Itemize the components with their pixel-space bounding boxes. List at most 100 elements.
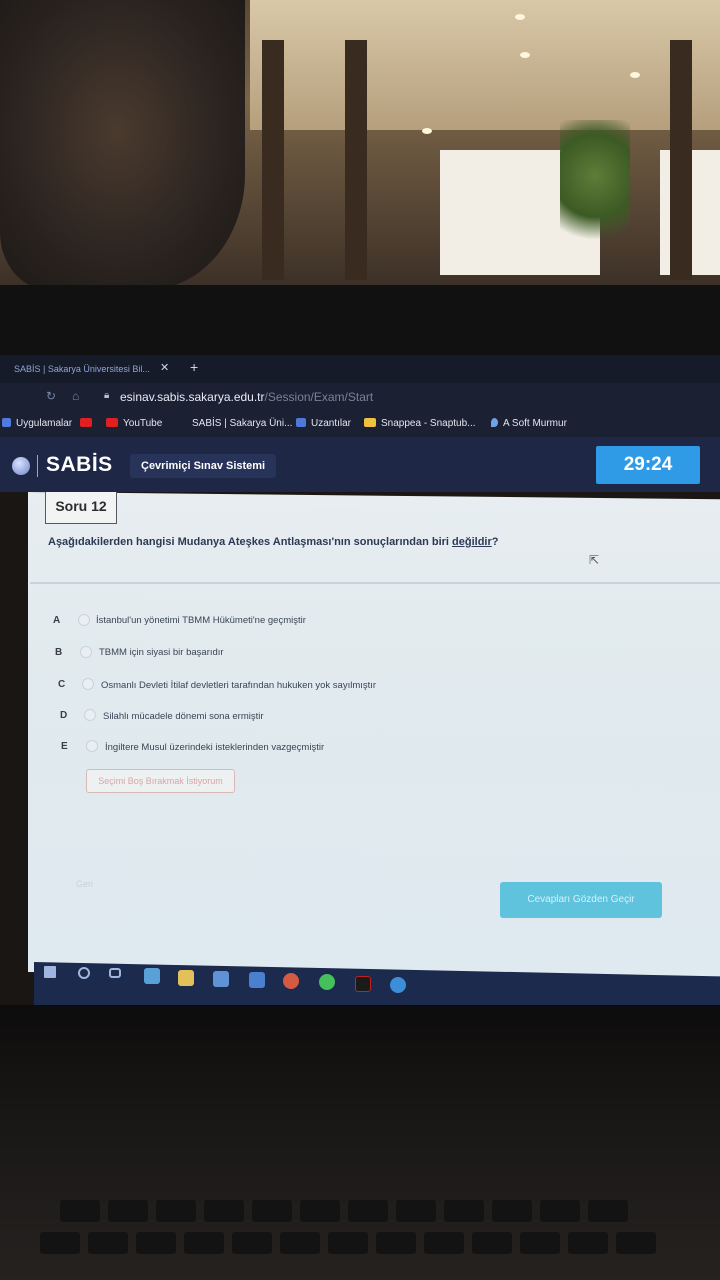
bookmark-label: YouTube [123,418,163,429]
mouse-cursor-icon: ⇱ [589,553,600,567]
option-b-radio[interactable] [80,646,92,658]
task-view-icon[interactable] [109,968,121,978]
close-tab-icon[interactable]: ✕ [160,361,169,374]
back-button[interactable]: Geri [76,879,93,889]
keyboard-key [60,1200,100,1222]
option-c-radio[interactable] [82,678,94,690]
bookmark-extensions[interactable]: Uzantılar [296,418,351,429]
keyboard-key [472,1232,512,1254]
ceiling-light [422,128,432,134]
youtube-icon [80,418,97,429]
keyboard-key [616,1232,656,1254]
keyboard-key [280,1232,320,1254]
bookmark-youtube[interactable]: YouTube [106,418,162,429]
keyboard-key [40,1232,80,1254]
option-b-text[interactable]: TBMM için siyasi bir başarıdır [99,647,224,663]
keyboard-key [88,1232,128,1254]
store-icon[interactable] [144,968,160,984]
keyboard-key [184,1232,224,1254]
keyboard-key [328,1232,368,1254]
bookmarks-bar: Uygulamalar YouTube SABİS | Sakarya Üni.… [0,411,720,437]
keyboard-key [424,1232,464,1254]
home-icon[interactable]: ⌂ [72,389,79,403]
keyboard-key [396,1200,436,1222]
question-mark: ? [491,536,499,548]
question-text-main: Aşağıdakilerden hangisi Mudanya Ateşkes … [48,536,453,548]
youtube-icon [106,418,118,427]
keyboard-key [492,1200,532,1222]
browser-tab[interactable]: SABİS | Sakarya Üniversitesi Bil... [8,357,178,381]
apps-grid-icon [2,418,11,427]
globe-icon [12,457,30,475]
pillar [345,40,367,280]
option-letter: D [60,710,68,721]
keyboard-key [376,1232,416,1254]
question-number: Soru 12 [45,492,117,524]
whatsapp-icon[interactable] [319,974,335,990]
url-field[interactable]: esinav.sabis.sakarya.edu.tr/Session/Exam… [120,390,373,404]
option-d-text[interactable]: Silahlı mücadele dönemi sona ermiştir [103,711,264,727]
exam-timer: 29:24 [596,446,700,484]
edge-icon[interactable] [390,977,406,993]
option-a-text[interactable]: İstanbul'un yönetimi TBMM Hükümeti'ne ge… [96,615,306,631]
pillar [670,40,692,280]
option-a-radio[interactable] [78,614,90,626]
keyboard-key [588,1200,628,1222]
background-room-photo [0,0,720,290]
browser-tabbar: SABİS | Sakarya Üniversitesi Bil... ✕ + [0,355,720,383]
url-path: /Session/Exam/Start [264,390,374,404]
bookmark-sabis[interactable]: SABİS | Sakarya Üni... [192,418,292,429]
ceiling-light [515,14,525,20]
option-e-text[interactable]: İngiltere Musul üzerindeki isteklerinden… [105,742,324,758]
netflix-icon[interactable] [355,976,371,992]
review-answers-button[interactable]: Cevapları Gözden Geçir [500,882,662,918]
keyboard-key [520,1232,560,1254]
question-negation: değildir [452,536,492,548]
search-icon[interactable] [78,967,90,979]
keyboard-key [108,1200,148,1222]
snappea-icon [364,418,376,427]
ceiling-light [630,72,640,78]
youtube-logo-icon [80,418,92,427]
option-letter: E [61,741,68,752]
ceiling [250,0,720,130]
keyboard-key [540,1200,580,1222]
bookmark-label: Uzantılar [311,418,352,429]
keyboard-key [252,1200,292,1222]
keyboard-key [204,1200,244,1222]
app-icon[interactable] [249,972,265,988]
file-explorer-icon[interactable] [178,970,194,986]
leave-blank-button[interactable]: Seçimi Boş Bırakmak İstiyorum [86,769,235,793]
windows-start-icon[interactable] [44,966,56,978]
keyboard-key [136,1232,176,1254]
pillar [262,40,284,280]
bookmark-apps[interactable]: Uygulamalar [2,418,72,429]
mail-icon[interactable] [213,971,229,987]
bookmark-snappea[interactable]: Snappea - Snaptub... [364,418,476,429]
keyboard-key [444,1200,484,1222]
question-divider [30,582,720,584]
option-letter: A [53,615,61,626]
chrome-icon[interactable] [283,973,299,989]
new-tab-icon[interactable]: + [190,359,198,375]
system-title: Çevrimiçi Sınav Sistemi [130,454,277,478]
plant [560,120,630,260]
keyboard-key [232,1232,272,1254]
bookmark-soft-murmur[interactable]: A Soft Murmur [491,418,567,429]
url-host: esinav.sabis.sakarya.edu.tr [120,390,265,404]
address-bar: ↻ ⌂ 🔒︎ esinav.sabis.sakarya.edu.tr/Sessi… [0,383,720,411]
keyboard-key [568,1232,608,1254]
option-d-radio[interactable] [84,709,96,721]
lock-icon[interactable]: 🔒︎ [104,390,109,401]
reload-icon[interactable]: ↻ [46,389,56,403]
bookmark-label: Snappea - Snaptub... [381,418,476,429]
option-c-text[interactable]: Osmanlı Devleti İtilaf devletleri tarafı… [101,680,376,696]
option-letter: C [58,679,66,690]
logo-separator [37,455,38,477]
question-text: Aşağıdakilerden hangisi Mudanya Ateşkes … [48,536,499,548]
sabis-logo[interactable]: SABİS [46,453,113,477]
puzzle-icon [296,418,306,427]
option-e-radio[interactable] [86,740,98,752]
option-letter: B [55,647,63,658]
bookmark-label: SABİS | Sakarya Üni... [192,418,293,429]
